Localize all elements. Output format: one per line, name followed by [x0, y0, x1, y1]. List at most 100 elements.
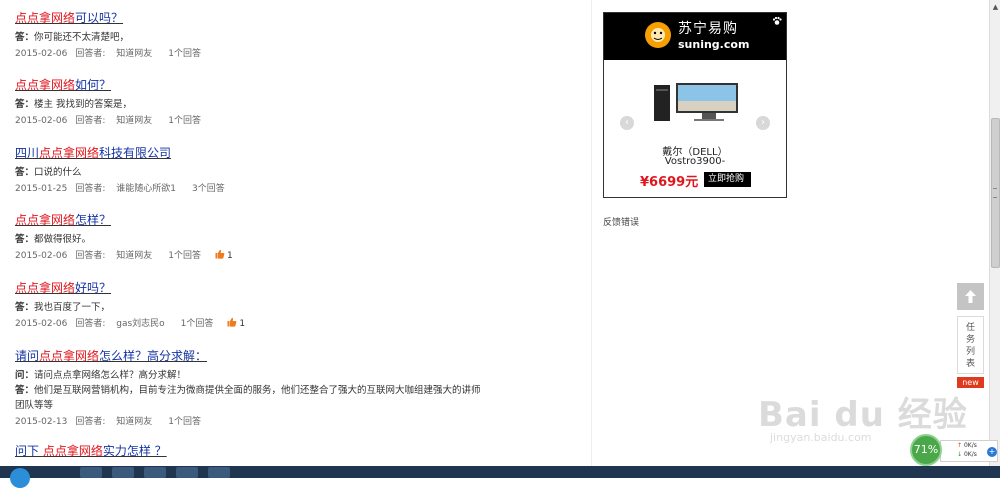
list-item: 点点拿网络如何？ 答：楼主 我找到的答案是， 2015-02-06 回答者: 知道网友…: [15, 77, 485, 129]
question-title-link[interactable]: 四川点点拿网络科技有限公司: [15, 145, 485, 161]
answer-meta: 2015-01-25 回答者: 谁能随心所欲1 3个回答: [15, 182, 485, 197]
watermark-main: Bai du 经验: [758, 395, 968, 435]
answer-meta: 2015-02-06 回答者: gas刘志民o 1个回答 1: [15, 317, 485, 332]
list-item: 点点拿网络好吗？ 答：我也百度了一下， 2015-02-06 回答者: gas刘志民o…: [15, 280, 485, 332]
title-text[interactable]: 四川: [15, 146, 39, 160]
task-list-char: 表: [965, 359, 975, 369]
speed-ball[interactable]: 71%: [910, 434, 942, 466]
start-button[interactable]: [10, 468, 30, 488]
scroll-grip: [993, 188, 997, 198]
list-item: 问下 点点拿网络实力怎样 ？: [15, 443, 485, 459]
thumbs-up-icon: [227, 317, 237, 327]
question-title-link[interactable]: 点点拿网络可以吗？: [15, 10, 485, 26]
title-text[interactable]: 可以吗？: [75, 11, 123, 25]
task-list-char: 列: [965, 347, 975, 357]
scroll-up-icon[interactable]: ▲: [990, 2, 1000, 12]
buy-now-button[interactable]: 立即抢购: [704, 172, 752, 187]
taskbar-item[interactable]: [112, 467, 134, 478]
answer-meta: 2015-02-13 回答者: 知道网友 1个回答: [15, 415, 485, 430]
keyword-highlight[interactable]: 点点拿网络: [15, 78, 75, 92]
answer-meta: 2015-02-06 回答者: 知道网友 1个回答 1: [15, 249, 485, 264]
network-speed-widget[interactable]: ↑ 0K/s ↓ 0K/s + 71%: [910, 434, 1000, 466]
like-count[interactable]: 1: [215, 249, 241, 261]
report-error-link[interactable]: 反馈错误: [603, 215, 639, 228]
question-text: 请问点点拿网络怎么样？高分求解！: [34, 370, 187, 381]
reply-count[interactable]: 1个回答: [168, 251, 201, 261]
suning-lion-icon: [645, 22, 671, 48]
question-title-link[interactable]: 点点拿网络好吗？: [15, 280, 485, 296]
title-text[interactable]: 科技有限公司: [99, 146, 171, 160]
keyword-highlight[interactable]: 点点拿网络: [15, 11, 75, 25]
taskbar-item[interactable]: [144, 467, 166, 478]
keyword-highlight[interactable]: 点点拿网络: [43, 444, 103, 458]
answer-date: 2015-02-06: [15, 319, 68, 329]
answer-prefix: 答：: [15, 302, 35, 313]
reply-count[interactable]: 1个回答: [168, 417, 201, 427]
title-text[interactable]: 怎样？: [75, 213, 111, 227]
question-title-link[interactable]: 点点拿网络怎样？: [15, 212, 485, 228]
question-title-link[interactable]: 问下 点点拿网络实力怎样 ？: [15, 443, 485, 459]
reply-count[interactable]: 3个回答: [192, 184, 225, 194]
title-text[interactable]: 实力怎样 ？: [103, 444, 167, 458]
column-divider: [591, 0, 592, 478]
ad-product-model[interactable]: Vostro3900-: [604, 156, 786, 167]
back-to-top-button[interactable]: [957, 283, 984, 310]
keyword-highlight[interactable]: 点点拿网络: [39, 349, 99, 363]
answer-meta: 2015-02-06 回答者: 知道网友 1个回答: [15, 47, 485, 62]
list-item: 请问点点拿网络怎么样？高分求解： 问：请问点点拿网络怎么样？高分求解！ 答：他们是互…: [15, 348, 485, 430]
question-title-link[interactable]: 点点拿网络如何？: [15, 77, 485, 93]
title-text[interactable]: 问下: [15, 444, 43, 458]
answer-date: 2015-02-06: [15, 49, 68, 59]
speed-panel: ↑ 0K/s ↓ 0K/s +: [940, 440, 998, 462]
ad-header: 苏宁易购 suning.com: [604, 13, 786, 60]
title-text[interactable]: 请问: [15, 349, 39, 363]
answer-prefix: 答：: [15, 32, 35, 43]
answerer: 回答者: 谁能随心所欲1: [75, 184, 176, 194]
answer-text: 楼主 我找到的答案是，: [34, 99, 133, 110]
arrow-up-icon: [965, 290, 976, 303]
reply-count[interactable]: 1个回答: [168, 116, 201, 126]
answer-text: 他们是互联网营销机构，目前专注为微商提供全面的服务，他们还整合了强大的互联网大咖…: [15, 385, 481, 411]
keyword-highlight[interactable]: 点点拿网络: [15, 213, 75, 227]
task-list-char: 任: [965, 323, 975, 333]
answer-prefix: 答：: [15, 385, 35, 396]
answer-date: 2015-02-06: [15, 251, 68, 261]
question-snippet: 问：请问点点拿网络怎么样？高分求解！: [15, 368, 485, 383]
watermark-url: jingyan.baidu.com: [770, 431, 872, 444]
windows-taskbar: [0, 466, 1000, 488]
answerer: 回答者: gas刘志民o: [75, 319, 165, 329]
desktop-computer-image[interactable]: [650, 81, 740, 123]
answerer: 回答者: 知道网友: [75, 116, 153, 126]
taskbar-item[interactable]: [208, 467, 230, 478]
list-item: 四川点点拿网络科技有限公司答：口说的什么 2015-01-25 回答者: 谁能随心所…: [15, 145, 485, 197]
list-item: 点点拿网络怎样？ 答：都做得很好。 2015-02-06 回答者: 知道网友 1个回答 1: [15, 212, 485, 264]
reply-count[interactable]: 1个回答: [168, 49, 201, 59]
taskbar-item[interactable]: [176, 467, 198, 478]
answerer: 回答者: 知道网友: [75, 417, 153, 427]
answer-date: 2015-02-13: [15, 417, 68, 427]
title-text[interactable]: 好吗？: [75, 281, 111, 295]
ad-prev-arrow[interactable]: ‹: [620, 116, 634, 130]
reply-count[interactable]: 1个回答: [181, 319, 214, 329]
search-results-column: 点点拿网络可以吗？ 答：你可能还不太清楚吧， 2015-02-06 回答者: 知道网友…: [0, 0, 590, 478]
answer-snippet: 答：你可能还不太清楚吧，: [15, 30, 485, 45]
like-count[interactable]: 1: [227, 317, 253, 329]
ad-logo-cn: 苏宁易购: [678, 21, 738, 37]
answer-prefix: 答：: [15, 167, 35, 178]
ad-next-arrow[interactable]: ›: [756, 116, 770, 130]
answer-snippet: 答：他们是互联网营销机构，目前专注为微商提供全面的服务，他们还整合了强大的互联网…: [15, 383, 485, 413]
question-title-link[interactable]: 请问点点拿网络怎么样？高分求解：: [15, 348, 485, 364]
title-text[interactable]: 怎么样？高分求解：: [99, 349, 207, 363]
title-text[interactable]: 如何？: [75, 78, 111, 92]
answer-meta: 2015-02-06 回答者: 知道网友 1个回答: [15, 114, 485, 129]
taskbar-item[interactable]: [80, 467, 102, 478]
plus-icon[interactable]: +: [987, 447, 997, 457]
suning-ad-banner[interactable]: 苏宁易购 suning.com ‹ › 戴尔（DELL） Vostro3900-…: [603, 12, 787, 198]
answer-text: 口说的什么: [34, 167, 82, 178]
answer-date: 2015-01-25: [15, 184, 68, 194]
answer-snippet: 答：我也百度了一下，: [15, 300, 485, 315]
keyword-highlight[interactable]: 点点拿网络: [39, 146, 99, 160]
page-scrollbar[interactable]: ▲: [989, 0, 1000, 466]
task-list-button[interactable]: 任务列表: [957, 316, 984, 374]
keyword-highlight[interactable]: 点点拿网络: [15, 281, 75, 295]
